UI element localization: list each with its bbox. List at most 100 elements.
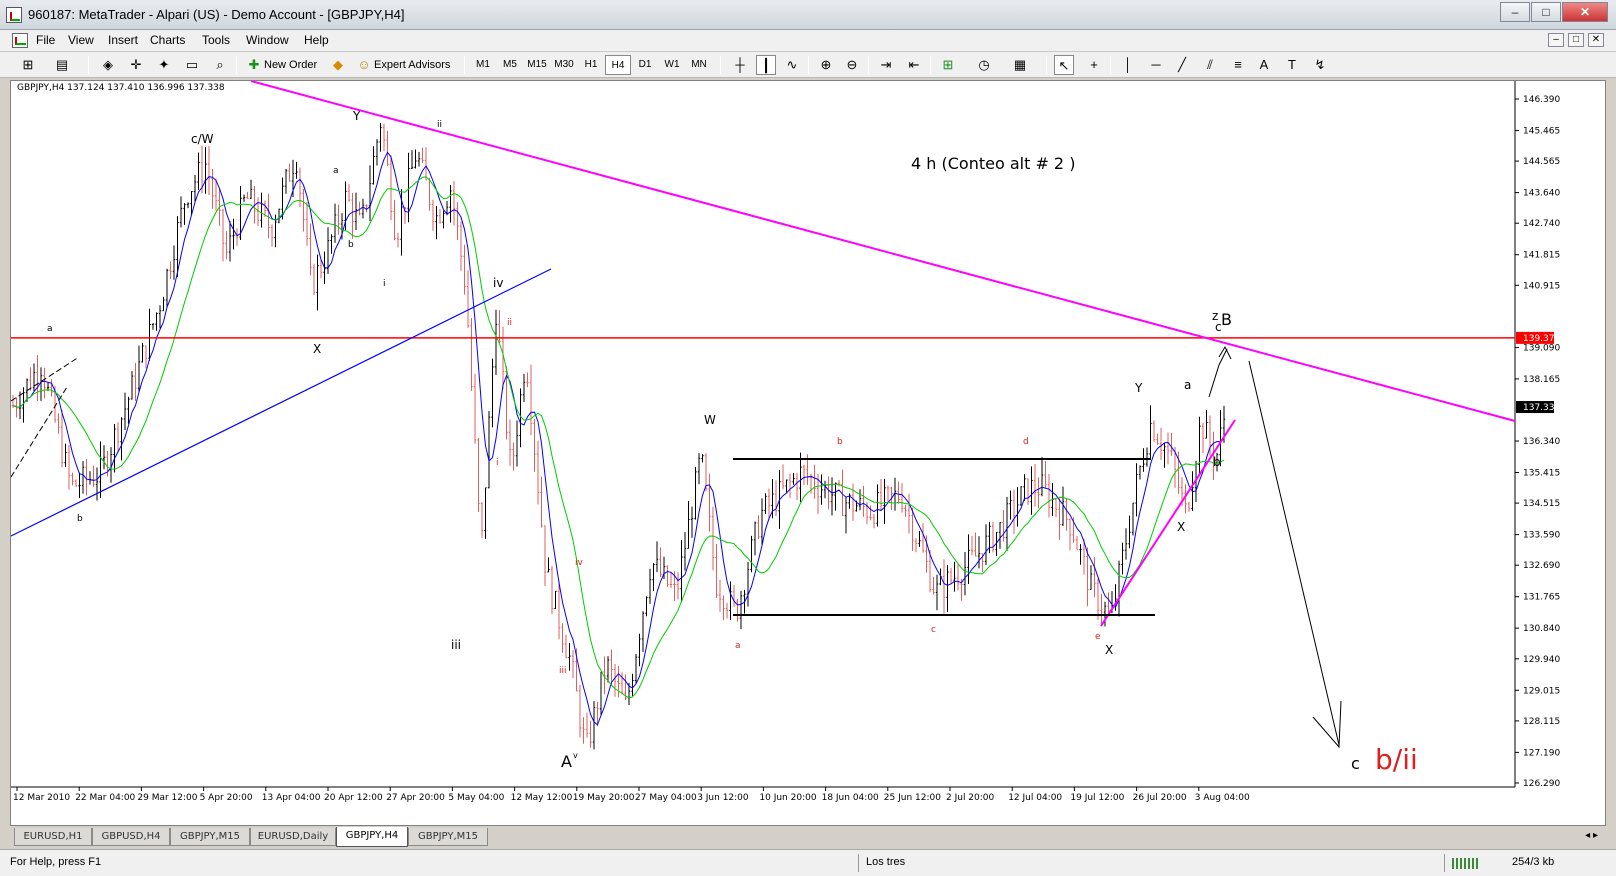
chart-window-icon[interactable] [12,33,28,48]
price-tick-label: 127.190 [1523,748,1560,758]
menu-insert[interactable]: Insert [108,33,138,47]
strategy-tester-icon[interactable]: ⌕ [210,55,230,75]
horizontal-line-icon[interactable]: ─ [1146,55,1166,75]
tab-eurusd-daily[interactable]: EURUSD,Daily [250,828,336,846]
wave-label: c/W [191,132,214,146]
moving-average-fast [12,151,1225,726]
expert-advisors-button[interactable]: ☺ Expert Advisors [354,55,450,75]
wave-label: iii [451,638,461,652]
magenta-resistance-trendline[interactable] [250,81,1516,422]
price-tick-label: 142.740 [1523,219,1560,229]
price-tick-label: 129.940 [1523,655,1560,665]
title-bar: 960187: MetaTrader - Alpari (US) - Demo … [0,0,1616,30]
chart-window[interactable]: 146.390 145.465 144.565 143.640 142.740 141.8… [10,80,1606,826]
time-tick-label: 3 Jun 12:00 [697,793,749,803]
tab-gbpjpy-m15-2[interactable]: GBPJPY,M15 [408,828,488,846]
candlestick-icon[interactable]: ┃ [756,55,776,75]
autotrading-icon[interactable]: ◆ [328,55,348,75]
chart-shift-icon[interactable]: ⇥ [876,55,896,75]
connection-icon [1452,858,1480,869]
arrows-icon[interactable]: ↯ [1310,55,1330,75]
bar-chart-icon[interactable]: ┼ [730,55,750,75]
wave-label-small: v [573,751,578,760]
time-tick-label: 10 Jun 20:00 [759,793,816,803]
timeframe-m30[interactable]: M30 [551,55,577,75]
wave-label: iv [493,276,503,290]
price-tick-label: 138.165 [1523,375,1560,385]
profiles-icon[interactable]: ▤ [52,55,72,75]
wave-label: Y [352,109,361,123]
minimize-button[interactable]: – [1500,2,1530,22]
zoom-in-icon[interactable]: ⊕ [816,55,836,75]
price-tick-label: 136.340 [1523,437,1560,447]
navigator-icon[interactable]: ✦ [154,55,174,75]
time-tick-label: 5 Apr 20:00 [200,793,253,803]
menu-help[interactable]: Help [304,33,329,47]
vertical-line-icon[interactable]: │ [1118,55,1138,75]
wave-label-red: a [735,641,741,651]
down-arrow-head [1312,700,1342,749]
autoscroll-icon[interactable]: ⇤ [904,55,924,75]
new-chart-icon[interactable]: ⊞ [18,55,38,75]
trendline-icon[interactable]: ╱ [1172,55,1192,75]
chart-restore-button[interactable]: □ [1568,33,1584,47]
tab-gbpjpy-h4[interactable]: GBPJPY,H4 [336,827,408,847]
timeframe-mn[interactable]: MN [686,55,712,75]
tab-gbpjpy-m15[interactable]: GBPJPY,M15 [170,828,250,846]
text-label-icon[interactable]: T [1282,55,1302,75]
timeframe-m15[interactable]: M15 [524,55,550,75]
market-watch-icon[interactable]: ◈ [98,55,118,75]
wave-label-red: iii [559,666,567,676]
menu-window[interactable]: Window [246,33,289,47]
time-tick-label: 3 Aug 04:00 [1195,793,1250,803]
up-projection-arrow [1208,348,1228,398]
maximize-button[interactable]: □ [1531,2,1561,22]
crosshair-icon[interactable]: ✛ [126,55,146,75]
status-bar: For Help, press F1 Los tres 254/3 kb [0,849,1616,876]
wave-label: X [1177,520,1185,534]
chart-close-button[interactable]: ✕ [1588,33,1604,47]
chart-minimize-button[interactable]: – [1548,33,1564,47]
wave-label: i [383,279,386,289]
timeframe-m1[interactable]: M1 [470,55,496,75]
tab-eurusd-h1[interactable]: EURUSD,H1 [14,828,92,846]
timeframe-w1[interactable]: W1 [659,55,685,75]
menu-file[interactable]: File [36,33,55,47]
terminal-icon[interactable]: ▭ [182,55,202,75]
wave-label-large: B [1221,310,1232,329]
timeframe-h1[interactable]: H1 [578,55,604,75]
menu-tools[interactable]: Tools [202,33,230,47]
tabs-scroll[interactable]: ◂ ▸ [1585,830,1598,841]
price-tick-label: 134.515 [1523,499,1560,509]
last-price-label: 137.338 [1523,403,1560,413]
blue-support-trendline[interactable] [11,268,552,537]
time-tick-label: 2 Jul 20:00 [946,793,995,803]
equidistant-channel-icon[interactable]: ⫽ [1200,55,1220,75]
tab-gbpusd-h4[interactable]: GBPUSD,H4 [92,828,170,846]
menu-view[interactable]: View [68,33,94,47]
timeframe-d1[interactable]: D1 [632,55,658,75]
price-tick-label: 130.840 [1523,624,1560,634]
wave-label-red: e [1095,632,1101,642]
timeframe-m5[interactable]: M5 [497,55,523,75]
timeframe-h4[interactable]: H4 [605,55,631,75]
wave-label: ii [437,120,442,130]
close-button[interactable]: ✕ [1562,2,1608,22]
periods-icon[interactable]: ◷ [974,55,994,75]
crosshair-tool-icon[interactable]: + [1084,55,1104,75]
zoom-out-icon[interactable]: ⊖ [842,55,862,75]
line-chart-icon[interactable]: ∿ [782,55,802,75]
text-icon[interactable]: A [1254,55,1274,75]
indicators-icon[interactable]: ⊞ [938,55,958,75]
new-order-button[interactable]: ✚ New Order [244,55,318,75]
menu-charts[interactable]: Charts [150,33,185,47]
fibonacci-icon[interactable]: ≡ [1228,55,1248,75]
templates-icon[interactable]: ▦ [1010,55,1030,75]
wave-label: z [1212,309,1218,323]
cursor-icon[interactable]: ↖ [1054,55,1074,75]
price-chart[interactable]: 146.390 145.465 144.565 143.640 142.740 141.8… [11,81,1605,825]
price-tick-label: 135.415 [1523,468,1560,478]
wave-label: b [348,240,354,250]
moving-average-slow [12,176,1225,699]
price-tick-label: 133.590 [1523,531,1560,541]
